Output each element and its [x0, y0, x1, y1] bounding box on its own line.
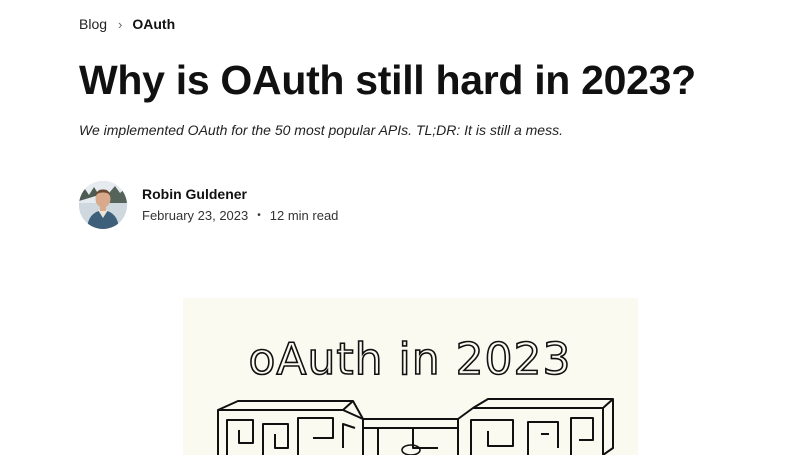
breadcrumb-oauth-link[interactable]: OAuth	[132, 16, 175, 32]
author-info: Robin Guldener February 23, 2023 • 12 mi…	[79, 181, 338, 229]
article-subtitle: We implemented OAuth for the 50 most pop…	[79, 122, 563, 138]
author-meta: Robin Guldener February 23, 2023 • 12 mi…	[142, 186, 338, 225]
read-time: 12 min read	[269, 207, 339, 223]
chevron-right-icon: ›	[118, 16, 123, 32]
author-name[interactable]: Robin Guldener	[142, 184, 338, 204]
author-avatar[interactable]	[79, 181, 127, 229]
maze-illustration-icon: oAuth in 2023	[217, 333, 614, 455]
breadcrumb: Blog › OAuth	[79, 14, 175, 34]
publish-date: February 23, 2023	[142, 207, 249, 223]
avatar-photo-icon	[79, 181, 127, 229]
meta-separator: •	[257, 209, 261, 221]
breadcrumb-blog-link[interactable]: Blog	[79, 16, 107, 32]
blog-post-page: Blog › OAuth Why is OAuth still hard in …	[0, 0, 800, 455]
post-meta: February 23, 2023 • 12 min read	[142, 207, 338, 225]
hero-handwritten-title: oAuth in 2023	[248, 334, 571, 385]
page-title: Why is OAuth still hard in 2023?	[79, 57, 696, 103]
hero-image: oAuth in 2023	[183, 298, 638, 455]
